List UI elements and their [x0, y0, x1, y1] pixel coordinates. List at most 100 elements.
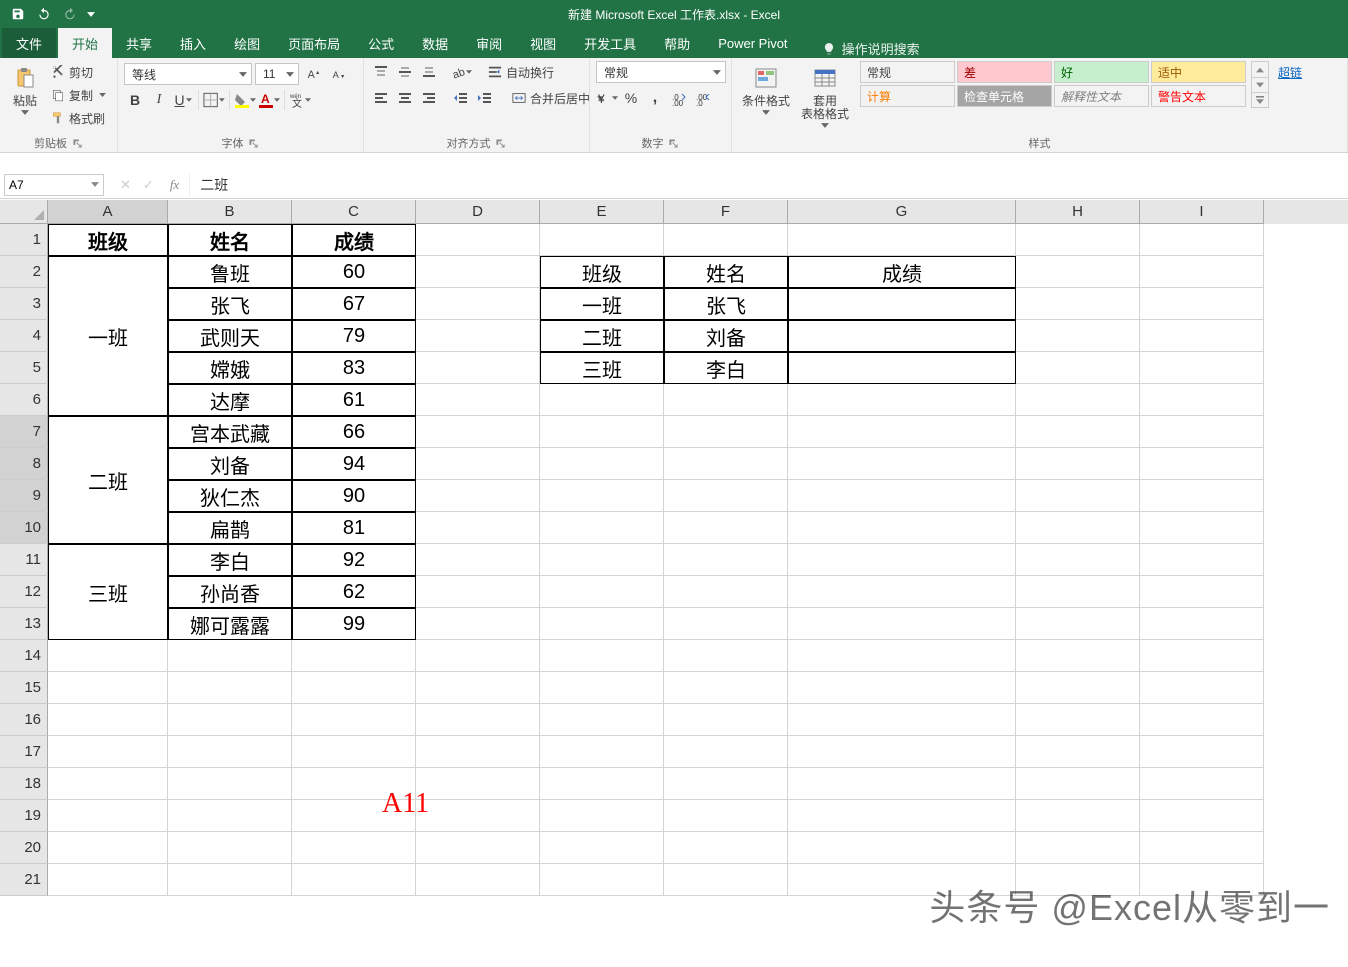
cell-I11[interactable]	[1140, 544, 1264, 576]
row-header-8[interactable]: 8	[0, 448, 48, 480]
cell-B6[interactable]: 达摩	[168, 384, 292, 416]
cell-B16[interactable]	[168, 704, 292, 736]
cell-D17[interactable]	[416, 736, 540, 768]
row-header-7[interactable]: 7	[0, 416, 48, 448]
cell-A18[interactable]	[48, 768, 168, 800]
col-header-I[interactable]: I	[1140, 200, 1264, 224]
cell-C6[interactable]: 61	[292, 384, 416, 416]
cell-F16[interactable]	[664, 704, 788, 736]
cell-I3[interactable]	[1140, 288, 1264, 320]
cell-D4[interactable]	[416, 320, 540, 352]
cell-D5[interactable]	[416, 352, 540, 384]
cell-B4[interactable]: 武则天	[168, 320, 292, 352]
cell-B2[interactable]: 鲁班	[168, 256, 292, 288]
row-header-12[interactable]: 12	[0, 576, 48, 608]
cell-C1[interactable]: 成绩	[292, 224, 416, 256]
cell-D14[interactable]	[416, 640, 540, 672]
orientation-button[interactable]: ab	[450, 61, 472, 83]
cell-D15[interactable]	[416, 672, 540, 704]
accounting-format-button[interactable]: ¥	[596, 87, 618, 109]
cell-I14[interactable]	[1140, 640, 1264, 672]
cell-E11[interactable]	[540, 544, 664, 576]
align-top-button[interactable]	[370, 61, 392, 83]
cell-B12[interactable]: 孙尚香	[168, 576, 292, 608]
cell-C10[interactable]: 81	[292, 512, 416, 544]
decrease-font-button[interactable]: A▼	[327, 63, 349, 85]
formula-cancel-icon[interactable]: ✕	[120, 177, 131, 193]
cell-B19[interactable]	[168, 800, 292, 832]
row-header-20[interactable]: 20	[0, 832, 48, 864]
cell-F19[interactable]	[664, 800, 788, 832]
cell-C8[interactable]: 94	[292, 448, 416, 480]
cell-C15[interactable]	[292, 672, 416, 704]
row-headers[interactable]: 123456789101112131415161718192021	[0, 224, 48, 896]
cell-D13[interactable]	[416, 608, 540, 640]
row-header-16[interactable]: 16	[0, 704, 48, 736]
tab-formulas[interactable]: 公式	[354, 28, 408, 58]
cell-G3[interactable]	[788, 288, 1016, 320]
paste-button[interactable]: 粘贴	[6, 61, 44, 117]
cell-G7[interactable]	[788, 416, 1016, 448]
row-header-13[interactable]: 13	[0, 608, 48, 640]
row-header-14[interactable]: 14	[0, 640, 48, 672]
style-checkcell[interactable]: 检查单元格	[957, 85, 1052, 107]
formula-enter-icon[interactable]: ✓	[143, 177, 154, 193]
fx-icon[interactable]: fx	[170, 177, 179, 193]
cell-I9[interactable]	[1140, 480, 1264, 512]
cell-H4[interactable]	[1016, 320, 1140, 352]
cell-C3[interactable]: 67	[292, 288, 416, 320]
cell-E16[interactable]	[540, 704, 664, 736]
cell-F4[interactable]: 刘备	[664, 320, 788, 352]
style-good[interactable]: 好	[1054, 61, 1149, 83]
cell-D1[interactable]	[416, 224, 540, 256]
cell-E12[interactable]	[540, 576, 664, 608]
cell-D12[interactable]	[416, 576, 540, 608]
cell-I12[interactable]	[1140, 576, 1264, 608]
font-size-combo[interactable]: 11	[255, 63, 299, 85]
cell-F17[interactable]	[664, 736, 788, 768]
cell-G19[interactable]	[788, 800, 1016, 832]
cell-C17[interactable]	[292, 736, 416, 768]
row-header-2[interactable]: 2	[0, 256, 48, 288]
col-header-H[interactable]: H	[1016, 200, 1140, 224]
cell-C9[interactable]: 90	[292, 480, 416, 512]
cell-B3[interactable]: 张飞	[168, 288, 292, 320]
tab-insert[interactable]: 插入	[166, 28, 220, 58]
dialog-launcher-icon[interactable]	[668, 137, 680, 149]
cell-D21[interactable]	[416, 864, 540, 896]
cell-F8[interactable]	[664, 448, 788, 480]
col-header-A[interactable]: A	[48, 200, 168, 224]
cell-F9[interactable]	[664, 480, 788, 512]
row-header-17[interactable]: 17	[0, 736, 48, 768]
cell-B7[interactable]: 宫本武藏	[168, 416, 292, 448]
cell-E4[interactable]: 二班	[540, 320, 664, 352]
tab-share[interactable]: 共享	[112, 28, 166, 58]
cell-C21[interactable]	[292, 864, 416, 896]
cell-F20[interactable]	[664, 832, 788, 864]
cell-H19[interactable]	[1016, 800, 1140, 832]
cell-E18[interactable]	[540, 768, 664, 800]
cell-G14[interactable]	[788, 640, 1016, 672]
cell-D20[interactable]	[416, 832, 540, 864]
cell-B5[interactable]: 嫦娥	[168, 352, 292, 384]
cell-E20[interactable]	[540, 832, 664, 864]
cell-G18[interactable]	[788, 768, 1016, 800]
cell-F18[interactable]	[664, 768, 788, 800]
cell-H5[interactable]	[1016, 352, 1140, 384]
cell-C4[interactable]: 79	[292, 320, 416, 352]
cell-I19[interactable]	[1140, 800, 1264, 832]
cell-H14[interactable]	[1016, 640, 1140, 672]
number-format-combo[interactable]: 常规	[596, 61, 726, 83]
row-header-6[interactable]: 6	[0, 384, 48, 416]
cell-C16[interactable]	[292, 704, 416, 736]
cell-B13[interactable]: 娜可露露	[168, 608, 292, 640]
style-calc[interactable]: 计算	[860, 85, 955, 107]
cell-A2[interactable]: 一班	[48, 256, 168, 416]
cell-A7[interactable]: 二班	[48, 416, 168, 544]
row-header-11[interactable]: 11	[0, 544, 48, 576]
col-header-E[interactable]: E	[540, 200, 664, 224]
cell-I16[interactable]	[1140, 704, 1264, 736]
cell-E1[interactable]	[540, 224, 664, 256]
cell-I5[interactable]	[1140, 352, 1264, 384]
cell-H13[interactable]	[1016, 608, 1140, 640]
